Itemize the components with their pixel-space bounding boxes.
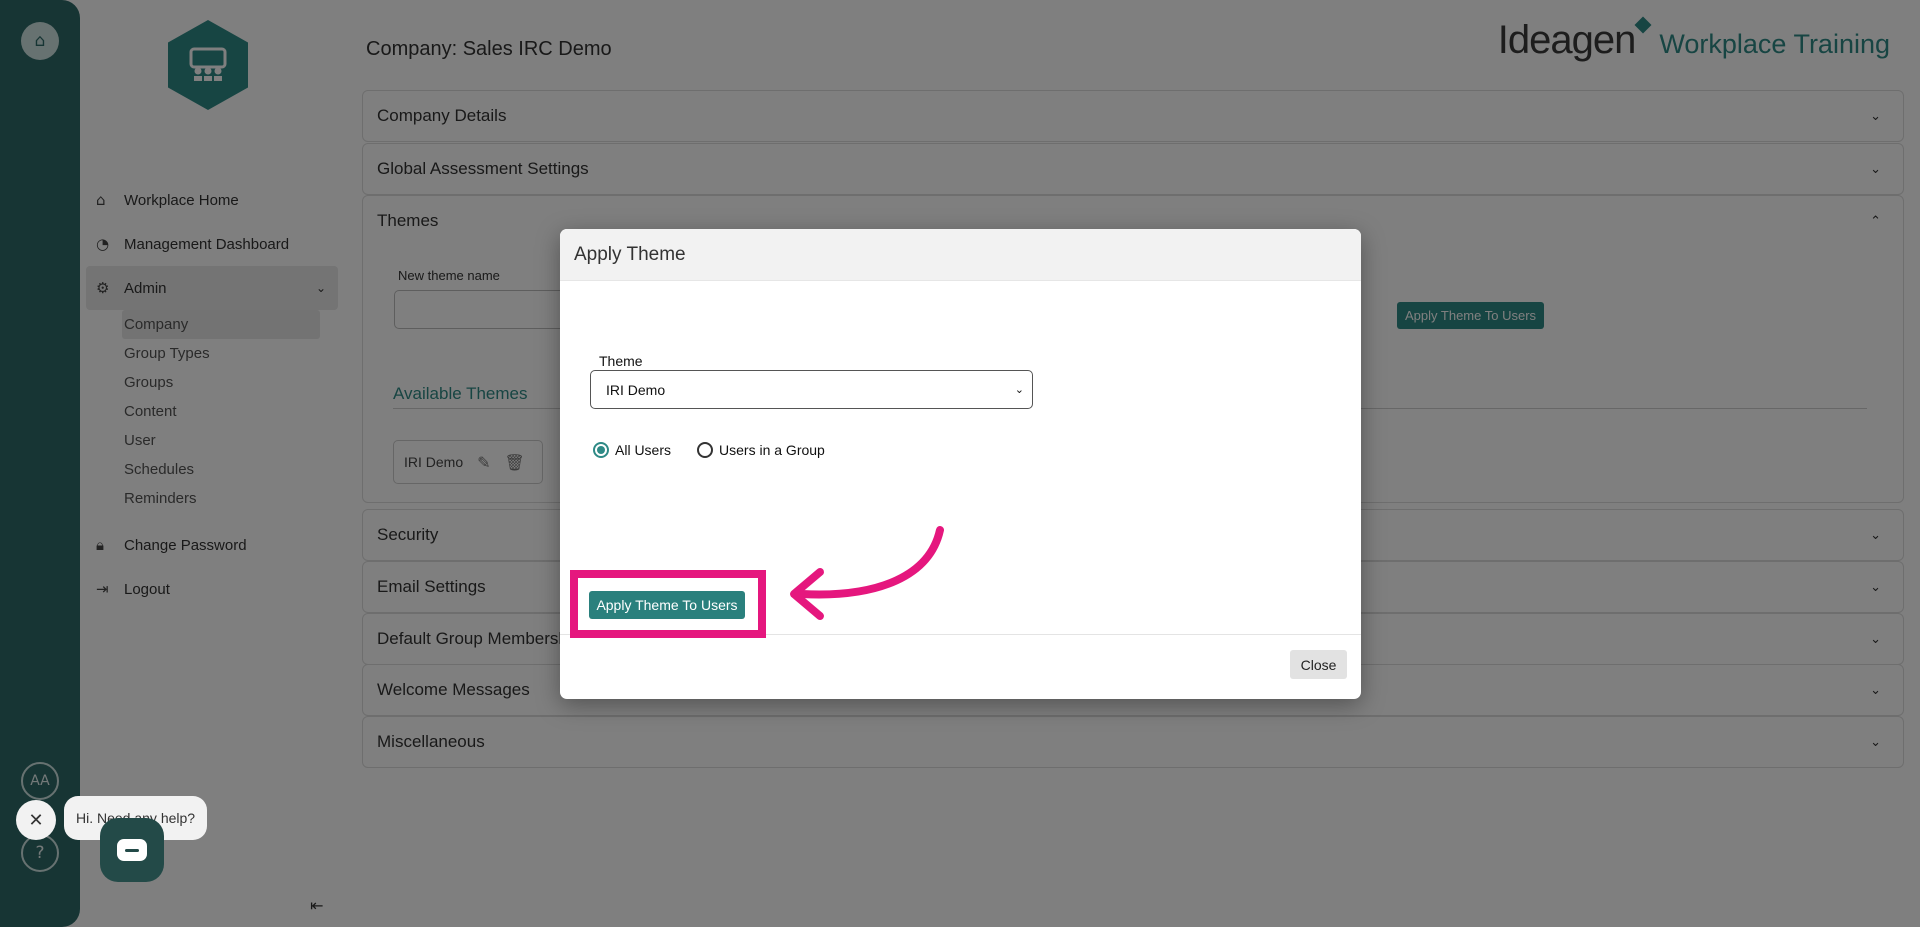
chat-close-icon[interactable]: ✕ xyxy=(16,800,56,840)
audience-radio-group: All Users Users in a Group xyxy=(593,442,825,458)
radio-all-users-label: All Users xyxy=(615,442,672,458)
chat-icon xyxy=(117,839,147,861)
radio-all-users[interactable] xyxy=(593,442,609,458)
radio-users-in-group-label: Users in a Group xyxy=(719,442,825,458)
chevron-down-icon: ⌄ xyxy=(1014,383,1024,396)
radio-users-in-group[interactable] xyxy=(697,442,714,458)
close-button[interactable]: Close xyxy=(1290,650,1347,679)
theme-label: Theme xyxy=(599,353,643,369)
modal-title: Apply Theme xyxy=(560,229,1361,281)
highlight-box xyxy=(570,570,766,638)
annotation-arrow-icon xyxy=(790,526,944,620)
theme-select[interactable]: IRI Demo ⌄ xyxy=(590,370,1033,409)
chat-launcher-button[interactable] xyxy=(100,818,164,882)
theme-select-value: IRI Demo xyxy=(606,381,666,398)
